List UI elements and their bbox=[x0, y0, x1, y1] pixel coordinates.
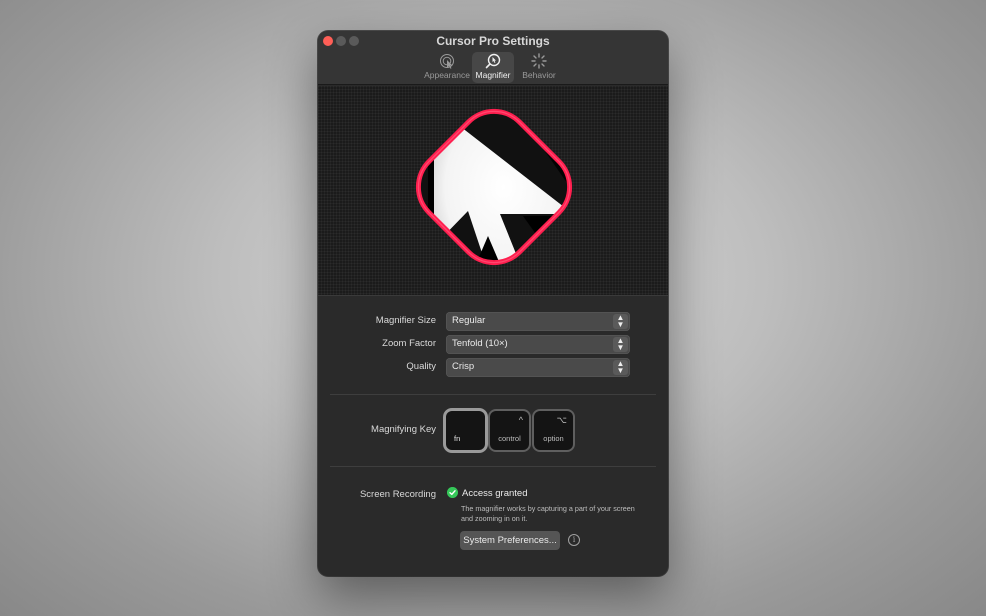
tab-label: Behavior bbox=[522, 70, 556, 80]
key-label: control bbox=[498, 434, 521, 443]
zoom-factor-row: Zoom Factor Tenfold (10×) ▲ ▼ bbox=[318, 335, 668, 355]
key-option[interactable]: ⌥ option bbox=[534, 411, 573, 450]
quality-label: Quality bbox=[406, 361, 436, 372]
select-value: Crisp bbox=[452, 361, 475, 372]
title-bar: Cursor Pro Settings Appearance Magnifier bbox=[318, 31, 668, 85]
toolbar-tabs: Appearance Magnifier Behavior bbox=[424, 52, 560, 83]
tab-behavior[interactable]: Behavior bbox=[518, 52, 560, 83]
system-preferences-button[interactable]: System Preferences... bbox=[460, 531, 560, 550]
tab-appearance[interactable]: Appearance bbox=[424, 52, 470, 83]
access-status: Access granted bbox=[462, 488, 528, 499]
key-label: fn bbox=[454, 434, 461, 443]
control-icon: ^ bbox=[518, 415, 523, 425]
magnifying-key-options: fn ^ control ⌥ option bbox=[446, 411, 573, 450]
chevron-updown-icon: ▲ ▼ bbox=[613, 360, 628, 375]
key-control[interactable]: ^ control bbox=[490, 411, 529, 450]
chevron-updown-icon: ▲ ▼ bbox=[613, 314, 628, 329]
divider bbox=[330, 394, 656, 395]
settings-window: Cursor Pro Settings Appearance Magnifier bbox=[318, 31, 668, 576]
select-value: Tenfold (10×) bbox=[452, 338, 508, 349]
cursor-touch-icon bbox=[440, 54, 454, 69]
zoom-factor-label: Zoom Factor bbox=[382, 338, 436, 349]
quality-row: Quality Crisp ▲ ▼ bbox=[318, 358, 668, 378]
magnifying-key-label: Magnifying Key bbox=[371, 424, 436, 435]
checkmark-icon bbox=[447, 487, 458, 498]
magnifier-size-row: Magnifier Size Regular ▲ ▼ bbox=[318, 312, 668, 332]
tab-label: Magnifier bbox=[475, 70, 511, 80]
screen-recording-description: The magnifier works by capturing a part … bbox=[461, 504, 635, 523]
magnifier-size-select[interactable]: Regular ▲ ▼ bbox=[446, 312, 630, 331]
magnifier-preview bbox=[318, 86, 668, 296]
chevron-updown-icon: ▲ ▼ bbox=[613, 337, 628, 352]
select-value: Regular bbox=[452, 315, 486, 326]
key-label: option bbox=[543, 434, 564, 443]
tab-magnifier[interactable]: Magnifier bbox=[472, 52, 514, 83]
tab-label: Appearance bbox=[424, 70, 470, 80]
screen-recording-label: Screen Recording bbox=[359, 489, 436, 500]
key-fn[interactable]: fn bbox=[446, 411, 485, 450]
magnifier-size-label: Magnifier Size bbox=[375, 315, 436, 326]
quality-select[interactable]: Crisp ▲ ▼ bbox=[446, 358, 630, 377]
spinner-icon bbox=[531, 53, 547, 69]
magnifier-icon bbox=[485, 53, 501, 69]
window-title: Cursor Pro Settings bbox=[436, 34, 550, 48]
info-icon[interactable]: i bbox=[568, 534, 580, 546]
magnified-cursor-icon bbox=[403, 96, 585, 278]
option-icon: ⌥ bbox=[556, 415, 567, 425]
zoom-factor-select[interactable]: Tenfold (10×) ▲ ▼ bbox=[446, 335, 630, 354]
divider bbox=[330, 466, 656, 467]
